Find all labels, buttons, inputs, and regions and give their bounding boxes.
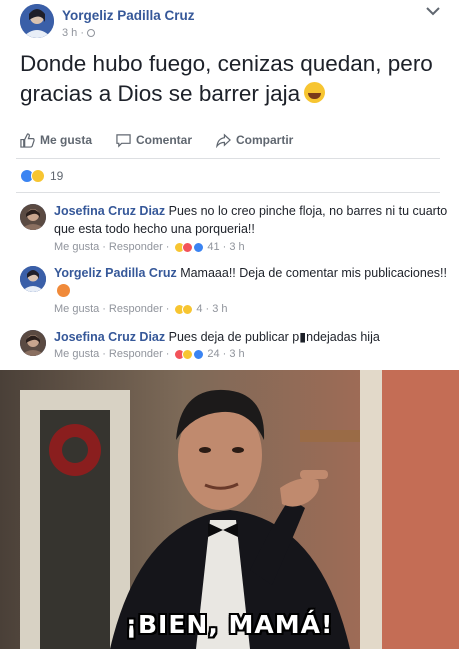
meme-image: ¡BIEN, MAMÁ! bbox=[0, 370, 459, 649]
like-button[interactable]: Me gusta bbox=[20, 129, 92, 151]
comment-reply-link[interactable]: Responder bbox=[109, 303, 163, 315]
comment-like-link[interactable]: Me gusta bbox=[54, 303, 99, 315]
share-arrow-icon bbox=[216, 132, 231, 148]
comment: Josefina Cruz Diaz Pues no lo creo pinch… bbox=[20, 202, 450, 260]
post-author[interactable]: Yorgeliz Padilla Cruz bbox=[62, 8, 195, 23]
globe-icon bbox=[87, 29, 96, 38]
divider bbox=[16, 192, 440, 193]
comment-reaction-count: 4 bbox=[196, 303, 203, 315]
comment-author[interactable]: Josefina Cruz Diaz bbox=[54, 330, 165, 344]
avatar[interactable] bbox=[20, 4, 54, 38]
comment-reaction-count: 41 bbox=[207, 241, 220, 253]
meme-caption: ¡BIEN, MAMÁ! bbox=[125, 610, 334, 639]
comment-time[interactable]: 3 h bbox=[229, 348, 244, 360]
share-button[interactable]: Compartir bbox=[216, 129, 293, 151]
comment-meta: Me gusta · Responder · 41 · 3 h bbox=[54, 241, 245, 253]
haha-reaction-icon bbox=[182, 348, 194, 360]
like-reaction-icon bbox=[193, 241, 205, 253]
comment-reactions[interactable] bbox=[174, 348, 205, 360]
comment-reply-link[interactable]: Responder bbox=[109, 348, 163, 360]
comment-reactions[interactable] bbox=[174, 241, 205, 253]
reaction-count: 19 bbox=[50, 169, 64, 183]
post-actions: Me gusta Comentar Compartir bbox=[20, 129, 440, 151]
comment: Josefina Cruz Diaz Pues deja de publicar… bbox=[20, 328, 450, 366]
post-text-content: Donde hubo fuego, cenizas quedan, pero g… bbox=[20, 51, 433, 106]
comment-like-link[interactable]: Me gusta bbox=[54, 241, 99, 253]
comment-reaction-count: 24 bbox=[207, 348, 220, 360]
like-reaction-icon bbox=[193, 348, 205, 360]
haha-reaction-icon bbox=[31, 169, 45, 183]
share-label: Compartir bbox=[236, 133, 294, 147]
comment-icon bbox=[116, 133, 131, 148]
facebook-post: Yorgeliz Padilla Cruz 3 h · Donde hubo f… bbox=[0, 0, 459, 368]
thumbs-up-icon bbox=[20, 132, 35, 148]
post-timestamp[interactable]: 3 h · bbox=[62, 27, 96, 39]
man-pointing-illustration bbox=[0, 370, 459, 649]
comment-text: Pues deja de publicar p▮ndejadas hija bbox=[165, 330, 380, 344]
divider bbox=[16, 158, 440, 159]
comment-body: Josefina Cruz Diaz Pues no lo creo pinch… bbox=[54, 202, 450, 238]
avatar[interactable] bbox=[20, 330, 46, 356]
comment-label: Comentar bbox=[136, 133, 193, 147]
reaction-summary[interactable]: 19 bbox=[20, 168, 63, 184]
chevron-down-icon[interactable] bbox=[426, 6, 440, 16]
avatar[interactable] bbox=[20, 204, 46, 230]
comment-reply-link[interactable]: Responder bbox=[109, 241, 163, 253]
comment-author[interactable]: Yorgeliz Padilla Cruz bbox=[54, 266, 177, 280]
comment-time[interactable]: 3 h bbox=[229, 241, 244, 253]
post-header: Yorgeliz Padilla Cruz 3 h · bbox=[20, 4, 440, 44]
comment-button[interactable]: Comentar bbox=[116, 129, 192, 151]
love-reaction-icon bbox=[182, 241, 194, 253]
comment-author[interactable]: Josefina Cruz Diaz bbox=[54, 204, 165, 218]
comment-meta: Me gusta · Responder · 24 · 3 h bbox=[54, 348, 245, 360]
post-text: Donde hubo fuego, cenizas quedan, pero g… bbox=[20, 49, 450, 109]
angry-face-emoji-icon bbox=[57, 284, 70, 297]
post-time[interactable]: 3 h · bbox=[62, 27, 84, 39]
comment-text: Mamaaa!! Deja de comentar mis publicacio… bbox=[176, 266, 447, 280]
comment-time[interactable]: 3 h bbox=[212, 303, 227, 315]
laughing-tears-emoji-icon bbox=[304, 82, 326, 103]
comment-like-link[interactable]: Me gusta bbox=[54, 348, 99, 360]
comment-meta: Me gusta · Responder · 4 · 3 h bbox=[54, 303, 228, 315]
avatar[interactable] bbox=[20, 266, 46, 292]
wow-reaction-icon bbox=[182, 303, 194, 315]
comment: Yorgeliz Padilla Cruz Mamaaa!! Deja de c… bbox=[20, 264, 450, 320]
comment-body: Yorgeliz Padilla Cruz Mamaaa!! Deja de c… bbox=[54, 264, 450, 300]
like-label: Me gusta bbox=[40, 133, 93, 147]
comment-body: Josefina Cruz Diaz Pues deja de publicar… bbox=[54, 328, 450, 346]
comment-reactions[interactable] bbox=[174, 303, 194, 315]
